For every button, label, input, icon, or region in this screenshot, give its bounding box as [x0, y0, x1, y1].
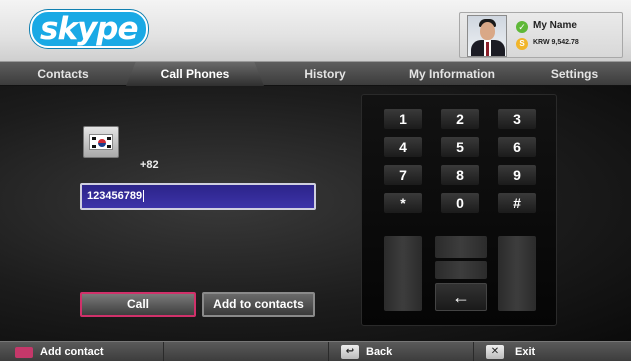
main-tabs: Contacts Call Phones History My Informat…: [0, 62, 631, 86]
footer-bar: Add contact ↩ Back ✕ Exit: [0, 341, 631, 361]
profile-credit: KRW 9,542.78: [533, 39, 579, 46]
tab-contacts[interactable]: Contacts: [0, 62, 126, 86]
avatar: [467, 15, 507, 57]
check-icon: ✓: [516, 21, 528, 33]
key-2[interactable]: 2: [441, 109, 479, 129]
red-button-icon: [15, 347, 33, 358]
tab-history[interactable]: History: [264, 62, 386, 86]
nav-up-key[interactable]: [435, 236, 487, 258]
key-star[interactable]: *: [384, 193, 422, 213]
profile-panel[interactable]: ✓ S My Name KRW 9,542.78: [459, 12, 623, 58]
app-header: skype ✓ S My Name KRW 9,542.78: [0, 0, 631, 62]
phone-number-value: 123456789: [87, 190, 143, 202]
nav-left-key[interactable]: [384, 236, 422, 311]
phone-number-input[interactable]: 123456789: [80, 183, 316, 210]
key-0[interactable]: 0: [441, 193, 479, 213]
key-4[interactable]: 4: [384, 137, 422, 157]
key-8[interactable]: 8: [441, 165, 479, 185]
south-korea-flag-icon: [89, 134, 113, 150]
call-phones-panel: +82 123456789 Call Add to contacts 1 2 3…: [0, 86, 631, 341]
backspace-button[interactable]: ←: [435, 283, 487, 311]
skype-logo: skype: [30, 10, 148, 48]
profile-name: My Name: [533, 20, 577, 31]
skype-credit-icon: S: [516, 38, 528, 50]
country-select-button[interactable]: [83, 126, 119, 158]
tab-call-phones[interactable]: Call Phones: [126, 62, 264, 86]
key-5[interactable]: 5: [441, 137, 479, 157]
key-9[interactable]: 9: [498, 165, 536, 185]
call-button[interactable]: Call: [80, 292, 196, 317]
exit-icon: ✕: [486, 345, 504, 359]
key-hash[interactable]: #: [498, 193, 536, 213]
exit-button[interactable]: Exit: [515, 342, 535, 361]
dial-keypad: 1 2 3 4 5 6 7 8 9 * 0 # ←: [361, 94, 557, 326]
country-code: +82: [140, 159, 159, 171]
back-button[interactable]: Back: [366, 342, 392, 361]
back-icon: ↩: [341, 345, 359, 359]
add-contact-hint[interactable]: Add contact: [40, 342, 104, 361]
nav-right-key[interactable]: [498, 236, 536, 311]
tab-my-information[interactable]: My Information: [386, 62, 518, 86]
key-3[interactable]: 3: [498, 109, 536, 129]
key-1[interactable]: 1: [384, 109, 422, 129]
add-to-contacts-button[interactable]: Add to contacts: [202, 292, 315, 317]
nav-down-key[interactable]: [435, 261, 487, 279]
tab-settings[interactable]: Settings: [518, 62, 631, 86]
key-6[interactable]: 6: [498, 137, 536, 157]
text-cursor: [143, 190, 145, 203]
key-7[interactable]: 7: [384, 165, 422, 185]
